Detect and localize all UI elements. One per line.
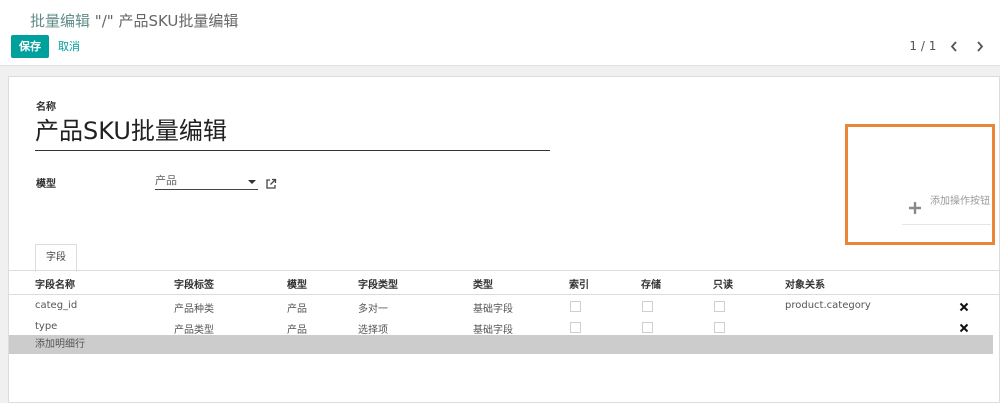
save-button[interactable]: 保存 bbox=[11, 35, 49, 58]
stored-checkbox[interactable] bbox=[642, 322, 653, 333]
cell-model: 产品 bbox=[287, 325, 307, 336]
cell-field-name: categ_id bbox=[35, 300, 78, 311]
delete-row-icon[interactable] bbox=[959, 297, 969, 316]
cell-relation: product.category bbox=[785, 300, 871, 311]
add-action-label: 添加操作按钮 bbox=[930, 196, 990, 207]
cell-model: 产品 bbox=[287, 304, 307, 315]
add-action-button[interactable]: 添加操作按钮 bbox=[902, 194, 991, 225]
name-field[interactable]: 产品SKU批量编辑 bbox=[35, 113, 550, 151]
pager: 1 / 1 bbox=[909, 36, 988, 56]
model-select[interactable]: 产品 bbox=[155, 173, 258, 190]
breadcrumb: 批量编辑 "/" 产品SKU批量编辑 bbox=[30, 10, 238, 31]
column-header-readonly[interactable]: 只读 bbox=[713, 276, 733, 291]
stored-checkbox[interactable] bbox=[642, 301, 653, 312]
column-header-type[interactable]: 类型 bbox=[473, 276, 493, 291]
breadcrumb-parent-link[interactable]: 批量编辑 bbox=[30, 12, 90, 30]
column-header-relation[interactable]: 对象关系 bbox=[785, 276, 825, 291]
pager-previous-button[interactable] bbox=[946, 36, 962, 56]
form-sheet: 名称 产品SKU批量编辑 模型 产品 添加操作按钮 字段 字段名称 字段标签 模… bbox=[8, 76, 1000, 403]
index-checkbox[interactable] bbox=[570, 322, 581, 333]
readonly-checkbox[interactable] bbox=[714, 322, 725, 333]
cell-field-name: type bbox=[35, 321, 58, 332]
column-header-model[interactable]: 模型 bbox=[287, 276, 307, 291]
breadcrumb-separator: "/" bbox=[94, 12, 114, 30]
cell-type: 基础字段 bbox=[473, 304, 513, 315]
pager-next-button[interactable] bbox=[972, 36, 988, 56]
table-row[interactable]: categ_id 产品种类 产品 多对一 基础字段 product.catego… bbox=[9, 295, 999, 317]
cell-field-label: 产品类型 bbox=[174, 325, 214, 336]
tab-fields[interactable]: 字段 bbox=[35, 244, 77, 272]
model-label: 模型 bbox=[36, 179, 56, 190]
cell-type: 基础字段 bbox=[473, 325, 513, 336]
add-line-button[interactable]: 添加明细行 bbox=[9, 335, 993, 354]
fields-table-header: 字段名称 字段标签 模型 字段类型 类型 索引 存储 只读 对象关系 bbox=[9, 271, 999, 295]
column-header-field-type[interactable]: 字段类型 bbox=[358, 276, 398, 291]
readonly-checkbox[interactable] bbox=[714, 301, 725, 312]
name-label: 名称 bbox=[36, 102, 56, 113]
plus-icon bbox=[908, 200, 922, 219]
discard-button[interactable]: 取消 bbox=[58, 35, 80, 58]
external-link-icon[interactable] bbox=[265, 175, 277, 194]
cell-field-type: 选择项 bbox=[358, 325, 388, 336]
model-select-value: 产品 bbox=[155, 174, 177, 187]
index-checkbox[interactable] bbox=[570, 301, 581, 312]
column-header-field-name[interactable]: 字段名称 bbox=[35, 276, 75, 291]
breadcrumb-current: 产品SKU批量编辑 bbox=[118, 12, 239, 30]
column-header-index[interactable]: 索引 bbox=[569, 276, 589, 291]
chevron-left-icon bbox=[950, 41, 957, 52]
chevron-right-icon bbox=[977, 41, 984, 52]
caret-down-icon bbox=[248, 180, 256, 184]
cell-field-label: 产品种类 bbox=[174, 304, 214, 315]
pager-value[interactable]: 1 / 1 bbox=[909, 39, 936, 53]
control-panel: 批量编辑 "/" 产品SKU批量编辑 保存 取消 1 / 1 bbox=[0, 0, 1000, 66]
cell-field-type: 多对一 bbox=[358, 304, 388, 315]
column-header-field-label[interactable]: 字段标签 bbox=[174, 276, 214, 291]
column-header-stored[interactable]: 存储 bbox=[641, 276, 661, 291]
highlight-box bbox=[845, 124, 995, 245]
